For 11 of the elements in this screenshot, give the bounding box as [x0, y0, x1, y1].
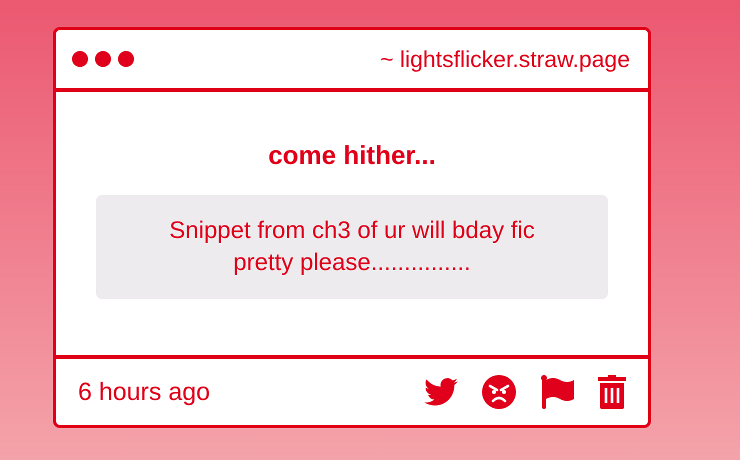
message-box: Snippet from ch3 of ur will bday fic pretty please............... [96, 195, 608, 299]
angry-face-icon[interactable] [482, 375, 516, 409]
window-dot [95, 51, 111, 67]
window-dot [72, 51, 88, 67]
window-dot [118, 51, 134, 67]
bird-icon[interactable] [424, 378, 458, 406]
trash-icon[interactable] [598, 375, 626, 409]
post-title: come hither... [268, 140, 436, 171]
flag-icon[interactable] [540, 375, 574, 409]
timestamp: 6 hours ago [78, 378, 210, 406]
window-title: ~ lightsflicker.straw.page [380, 46, 630, 72]
